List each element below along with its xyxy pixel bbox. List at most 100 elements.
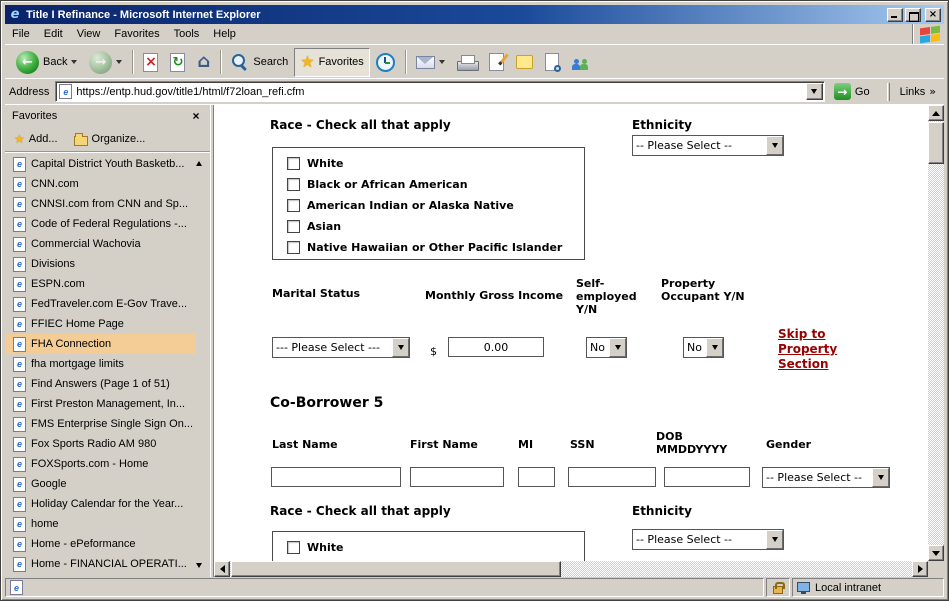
stop-button[interactable]: × — [137, 48, 164, 77]
race-checkbox-pacific-islander[interactable] — [287, 241, 300, 254]
favorites-item-label: Divisions — [31, 258, 75, 270]
refresh-button[interactable]: ↻ — [164, 48, 191, 77]
menu-view[interactable]: View — [70, 28, 108, 40]
forward-dropdown-arrow[interactable] — [116, 60, 122, 64]
favorites-close-icon[interactable]: × — [189, 109, 203, 123]
dropdown-arrow-button[interactable] — [609, 338, 626, 357]
monthly-income-input[interactable] — [448, 337, 544, 357]
race-checkbox-american-indian[interactable] — [287, 199, 300, 212]
favorites-item[interactable]: eCode of Federal Regulations -... — [5, 214, 196, 234]
mail-button[interactable] — [410, 48, 451, 77]
favorites-button[interactable]: ★ Favorites — [294, 48, 370, 77]
links-bar[interactable]: Links » — [900, 85, 940, 98]
minimize-button[interactable] — [887, 8, 903, 22]
title-bar[interactable]: e Title I Refinance - Microsoft Internet… — [5, 5, 944, 24]
research-icon — [545, 53, 559, 71]
address-url[interactable]: https://entp.hud.gov/title1/html/f72loan… — [76, 86, 802, 98]
favorites-item[interactable]: eHome - FINANCIAL OPERATI... — [5, 554, 196, 574]
favorites-item[interactable]: eGoogle — [5, 474, 196, 494]
dropdown-arrow-button[interactable] — [706, 338, 723, 357]
maximize-button[interactable] — [905, 8, 921, 22]
horizontal-scrollbar[interactable] — [214, 561, 928, 577]
favorites-item[interactable]: eFind Answers (Page 1 of 51) — [5, 374, 196, 394]
property-occupant-label: Property Occupant Y/N — [661, 277, 749, 303]
ethnicity-select-2[interactable]: -- Please Select -- — [632, 529, 784, 550]
first-name-input[interactable] — [410, 467, 504, 487]
favorites-item[interactable]: eCNNSI.com from CNN and Sp... — [5, 194, 196, 214]
back-button[interactable]: ← Back — [10, 48, 83, 77]
favorites-item[interactable]: eHome - ePeformance — [5, 534, 196, 554]
mi-input[interactable] — [518, 467, 555, 487]
favorites-item[interactable]: ehome — [5, 514, 196, 534]
favorites-item[interactable]: eFirst Preston Management, In... — [5, 394, 196, 414]
messenger-button[interactable] — [565, 48, 597, 77]
address-input[interactable]: e https://entp.hud.gov/title1/html/f72lo… — [55, 81, 825, 102]
horizontal-scroll-thumb[interactable] — [231, 561, 561, 577]
dropdown-arrow-button[interactable] — [872, 468, 889, 487]
scroll-left-button[interactable] — [214, 561, 230, 577]
favorites-item[interactable]: eDivisions — [5, 254, 196, 274]
favorites-item-selected[interactable]: eFHA Connection — [5, 334, 196, 354]
forward-button[interactable]: → — [83, 48, 128, 77]
windows-flag-icon — [920, 25, 940, 43]
dropdown-arrow-button[interactable] — [766, 136, 783, 155]
go-button[interactable]: → Go — [831, 81, 877, 103]
menu-tools[interactable]: Tools — [167, 28, 207, 40]
add-favorite-button[interactable]: ★ Add... — [14, 133, 58, 145]
research-button[interactable] — [539, 48, 565, 77]
favorites-item[interactable]: eFOXSports.com - Home — [5, 454, 196, 474]
back-dropdown-arrow[interactable] — [71, 60, 77, 64]
ethnicity-heading: Ethnicity — [632, 118, 692, 132]
organize-favorites-button[interactable]: Organize... — [74, 133, 146, 146]
links-chevron-icon[interactable]: » — [929, 85, 936, 98]
favorites-scroll-down-button[interactable] — [192, 558, 206, 572]
edit-button[interactable] — [483, 48, 510, 77]
favorites-item[interactable]: eESPN.com — [5, 274, 196, 294]
vertical-scrollbar[interactable] — [928, 105, 944, 561]
back-icon: ← — [16, 51, 39, 74]
favorites-item[interactable]: efha mortgage limits — [5, 354, 196, 374]
ssn-input[interactable] — [568, 467, 656, 487]
close-button[interactable]: × — [925, 8, 941, 22]
print-button[interactable] — [451, 48, 483, 77]
scroll-right-button[interactable] — [912, 561, 928, 577]
menu-edit[interactable]: Edit — [37, 28, 70, 40]
address-dropdown-button[interactable] — [806, 83, 823, 100]
skip-to-property-link[interactable]: Skip to Property Section — [778, 327, 844, 372]
favorites-toolbar: ★ Add... Organize... — [5, 127, 210, 152]
search-button[interactable]: Search — [225, 48, 294, 77]
history-button[interactable] — [370, 48, 401, 77]
favorites-item[interactable]: eCommercial Wachovia — [5, 234, 196, 254]
menu-help[interactable]: Help — [206, 28, 243, 40]
scroll-down-button[interactable] — [928, 545, 944, 561]
dropdown-arrow-button[interactable] — [766, 530, 783, 549]
scroll-up-button[interactable] — [928, 105, 944, 121]
self-employed-select[interactable]: No — [586, 337, 627, 358]
favorites-item[interactable]: eFMS Enterprise Single Sign On... — [5, 414, 196, 434]
race-checkbox-black[interactable] — [287, 178, 300, 191]
favorites-scroll-up-button[interactable] — [192, 156, 206, 170]
favorites-item[interactable]: eFFIEC Home Page — [5, 314, 196, 334]
home-button[interactable]: ⌂ — [191, 48, 216, 77]
menu-favorites[interactable]: Favorites — [107, 28, 166, 40]
favorites-item[interactable]: eFedTraveler.com E-Gov Trave... — [5, 294, 196, 314]
menu-file[interactable]: File — [5, 28, 37, 40]
race-checkbox-white-2[interactable] — [287, 541, 300, 554]
favorites-item[interactable]: eCapital District Youth Basketb... — [5, 154, 196, 174]
ethnicity-select[interactable]: -- Please Select -- — [632, 135, 784, 156]
property-occupant-select[interactable]: No — [683, 337, 724, 358]
mail-dropdown-arrow[interactable] — [439, 60, 445, 64]
marital-status-select[interactable]: --- Please Select --- — [272, 337, 410, 358]
dob-input[interactable] — [664, 467, 750, 487]
favorites-item[interactable]: eFox Sports Radio AM 980 — [5, 434, 196, 454]
discuss-button[interactable] — [510, 48, 539, 77]
race-checkbox-white[interactable] — [287, 157, 300, 170]
favorites-item[interactable]: eCNN.com — [5, 174, 196, 194]
favorites-item-label: Google — [31, 478, 66, 490]
vertical-scroll-thumb[interactable] — [928, 122, 944, 164]
dropdown-arrow-button[interactable] — [392, 338, 409, 357]
race-checkbox-asian[interactable] — [287, 220, 300, 233]
last-name-input[interactable] — [271, 467, 401, 487]
favorites-item[interactable]: eHoliday Calendar for the Year... — [5, 494, 196, 514]
gender-select[interactable]: -- Please Select -- — [762, 467, 890, 488]
